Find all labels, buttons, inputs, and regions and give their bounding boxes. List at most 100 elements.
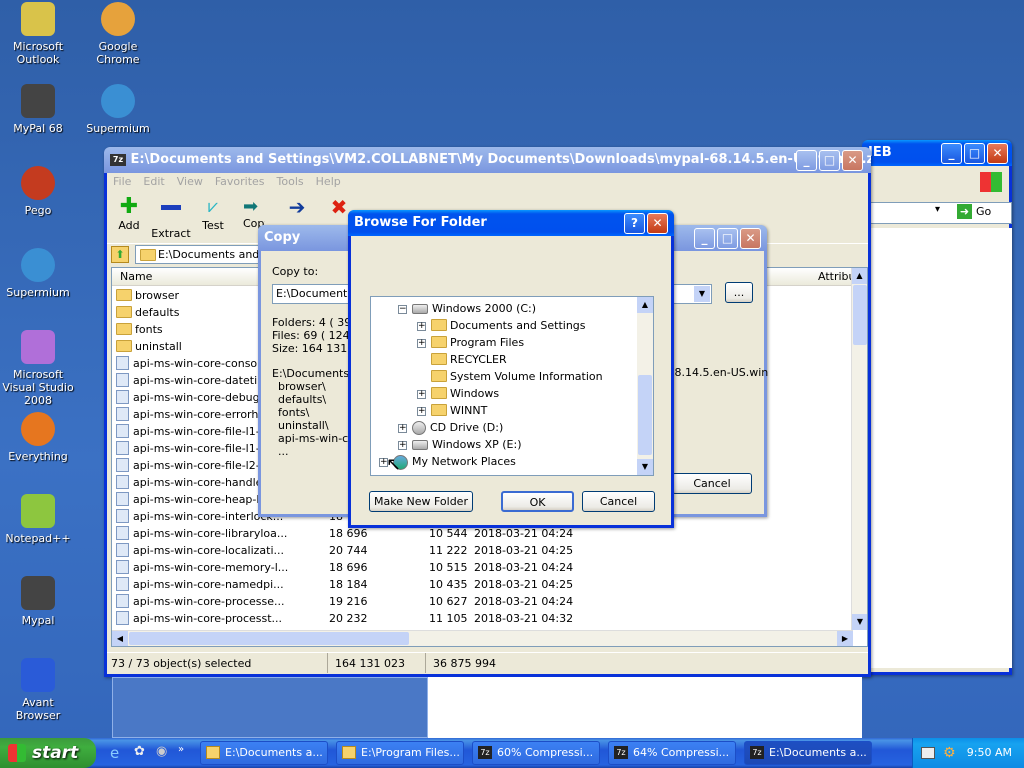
tree-item[interactable]: − Windows 2000 (C:): [379, 300, 603, 317]
internet-explorer-icon[interactable]: e: [110, 744, 119, 762]
tree-item[interactable]: + Documents and Settings: [379, 317, 603, 334]
close-button[interactable]: ✕: [987, 143, 1008, 164]
collapse-icon[interactable]: −: [398, 304, 407, 314]
folder-icon: [431, 404, 447, 416]
cancel-button[interactable]: Cancel: [582, 491, 655, 512]
file-icon: [116, 407, 129, 421]
attributes-column-header[interactable]: Attribu: [818, 270, 856, 283]
vertical-scrollbar[interactable]: ▲ ▼: [637, 297, 653, 475]
desktop-icon-label: Notepad++: [5, 532, 71, 545]
tree-item[interactable]: + WINNT: [379, 402, 603, 419]
folder-tree[interactable]: − Windows 2000 (C:) + Documents and Setting…: [370, 296, 654, 476]
drive-icon: [412, 304, 428, 314]
avant-browser-icon: [21, 658, 55, 692]
scroll-thumb[interactable]: [853, 285, 867, 345]
start-button[interactable]: start: [0, 738, 96, 768]
tree-item[interactable]: + CD Drive (D:): [379, 419, 603, 436]
scroll-thumb[interactable]: [638, 375, 652, 455]
menu-item[interactable]: File: [113, 175, 131, 188]
minimize-button[interactable]: _: [796, 150, 817, 171]
desktop-icon[interactable]: Microsoft Visual Studio 2008: [0, 330, 76, 407]
desktop-icon[interactable]: Avant Browser: [0, 658, 76, 722]
maximize-button[interactable]: □: [717, 228, 738, 249]
window-title: E:\Documents and Settings\VM2.COLLABNET\…: [130, 152, 871, 167]
copy-arrow-icon: ➡: [243, 197, 259, 217]
file-icon: [116, 458, 129, 472]
name-column-header[interactable]: Name: [120, 270, 152, 283]
expand-icon[interactable]: +: [417, 389, 426, 399]
desktop-icon[interactable]: Everything: [0, 412, 76, 463]
chrome-icon[interactable]: ◉: [156, 744, 167, 759]
help-button[interactable]: ?: [624, 213, 645, 234]
background-window[interactable]: IEB _ □ ✕ ▾ ➜ Go: [862, 140, 1012, 675]
network-icon[interactable]: ⚙: [943, 738, 956, 768]
cancel-button[interactable]: Cancel: [672, 473, 752, 494]
minimize-button[interactable]: _: [941, 143, 962, 164]
vertical-scrollbar[interactable]: ▲ ▼: [851, 268, 867, 630]
browse-folder-dialog[interactable]: Browse For Folder ? ✕ − Windows 2000 (C:)…: [348, 210, 674, 528]
desktop-icon[interactable]: Pego: [0, 166, 76, 217]
tree-item[interactable]: + Windows XP (E:): [379, 436, 603, 453]
list-item[interactable]: api-ms-win-core-localizati... 20 744 11 22…: [116, 542, 851, 559]
menu-item[interactable]: Edit: [143, 175, 164, 188]
visual-studio-icon: [21, 330, 55, 364]
add-button[interactable]: ✚ Add: [109, 196, 149, 233]
menu-item[interactable]: View: [177, 175, 203, 188]
mypal-icon[interactable]: ✿: [134, 744, 145, 759]
expand-icon[interactable]: +: [398, 423, 407, 433]
item-modified: 2018-03-21 04:32: [474, 612, 574, 625]
move-button[interactable]: ➔: [277, 197, 317, 219]
desktop-icon[interactable]: Notepad++: [0, 494, 76, 545]
desktop-icon[interactable]: MyPal 68: [0, 84, 76, 135]
horizontal-scrollbar[interactable]: ◀ ▶: [112, 630, 853, 646]
tree-item[interactable]: RECYCLER: [379, 351, 603, 368]
close-button[interactable]: ✕: [842, 150, 863, 171]
make-new-folder-button[interactable]: Make New Folder: [369, 491, 473, 512]
browse-button[interactable]: ...: [725, 282, 753, 303]
maximize-button[interactable]: □: [819, 150, 840, 171]
dropdown-arrow-icon[interactable]: ▼: [694, 286, 710, 302]
expand-icon[interactable]: +: [417, 321, 426, 331]
test-button[interactable]: ⩗ Test: [193, 197, 233, 233]
taskbar-button[interactable]: 7z 64% Compressi...: [608, 741, 736, 765]
expand-icon[interactable]: +: [398, 440, 407, 450]
desktop-icon[interactable]: Google Chrome: [80, 2, 156, 66]
drive-icon: [412, 440, 428, 450]
menu-item[interactable]: Favorites: [215, 175, 265, 188]
taskbar-button[interactable]: 7z E:\Documents a...: [744, 741, 872, 765]
close-button[interactable]: ✕: [740, 228, 761, 249]
menu-item[interactable]: Help: [316, 175, 341, 188]
list-item[interactable]: api-ms-win-core-namedpi... 18 184 10 435 20…: [116, 576, 851, 593]
taskbar-button[interactable]: E:\Documents a...: [200, 741, 328, 765]
tree-item[interactable]: + Program Files: [379, 334, 603, 351]
keyboard-icon[interactable]: [921, 747, 935, 759]
desktop-icon-label: Pego: [24, 204, 52, 217]
taskbar-button[interactable]: E:\Program Files...: [336, 741, 464, 765]
ok-button[interactable]: OK: [501, 491, 574, 512]
close-button[interactable]: ✕: [647, 213, 668, 234]
expand-icon[interactable]: +: [417, 406, 426, 416]
desktop-icon[interactable]: Microsoft Outlook: [0, 2, 76, 66]
menu-item[interactable]: Tools: [277, 175, 304, 188]
extract-button[interactable]: Extract: [151, 197, 191, 240]
up-folder-icon[interactable]: ⬆: [111, 246, 129, 263]
list-item[interactable]: api-ms-win-core-processt... 20 232 11 105 2…: [116, 610, 851, 627]
tree-item[interactable]: System Volume Information: [379, 368, 603, 385]
desktop-icon[interactable]: Supermium: [80, 84, 156, 135]
item-size: 19 216: [329, 595, 368, 608]
list-item[interactable]: api-ms-win-core-memory-l... 18 696 10 515 2…: [116, 559, 851, 576]
expand-icon[interactable]: +: [417, 338, 426, 348]
minimize-button[interactable]: _: [694, 228, 715, 249]
tree-item-label: My Network Places: [412, 455, 516, 468]
address-dropdown-icon[interactable]: ▾: [935, 204, 949, 220]
tree-item[interactable]: + Windows: [379, 385, 603, 402]
taskbar-button[interactable]: 7z 60% Compressi...: [472, 741, 600, 765]
tree-item[interactable]: + My Network Places: [379, 453, 603, 470]
list-item[interactable]: api-ms-win-core-processe... 19 216 10 627 2…: [116, 593, 851, 610]
desktop-icon[interactable]: Supermium: [0, 248, 76, 299]
scroll-thumb[interactable]: [129, 632, 409, 645]
chevron-icon[interactable]: »: [178, 744, 184, 755]
go-button[interactable]: ➜ Go: [957, 202, 1007, 222]
maximize-button[interactable]: □: [964, 143, 985, 164]
desktop-icon[interactable]: Mypal: [0, 576, 76, 627]
